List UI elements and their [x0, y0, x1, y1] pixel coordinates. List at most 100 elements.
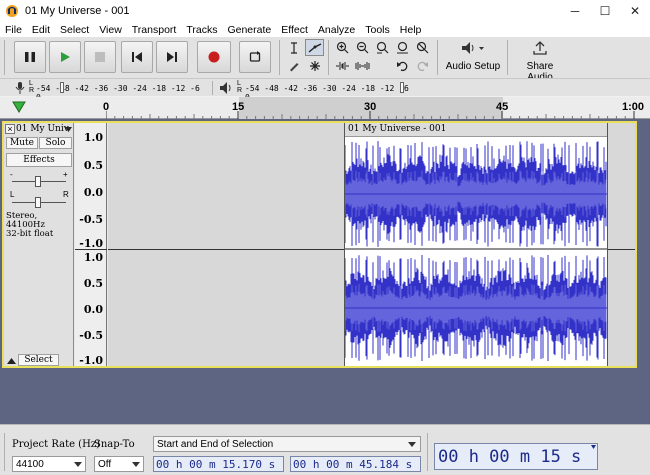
menu-tracks[interactable]: Tracks [181, 24, 222, 36]
fit-selection-button[interactable] [373, 39, 392, 56]
trim-audio-button[interactable] [333, 57, 352, 74]
minimize-button[interactable]: ─ [560, 0, 590, 22]
ruler-label: 1.0 [83, 251, 103, 264]
track-name: 01 My Univ [16, 124, 69, 134]
collapse-track-icon[interactable] [7, 358, 16, 364]
record-meter-handle[interactable] [60, 82, 64, 93]
chevron-down-icon [408, 442, 416, 447]
effects-button[interactable]: Effects [6, 153, 72, 167]
redo-button[interactable] [413, 57, 432, 74]
select-track-button[interactable]: Select [18, 354, 59, 366]
maximize-button[interactable]: ☐ [590, 0, 620, 22]
audio-track[interactable]: × 01 My Univ Mute Solo Effects - + L R S… [2, 121, 637, 368]
silence-icon [355, 61, 370, 70]
menu-generate[interactable]: Generate [222, 24, 276, 36]
toolbar-grip[interactable] [4, 40, 5, 75]
audio-setup-button[interactable]: Audio Setup [445, 40, 501, 76]
trim-icon [336, 61, 349, 70]
zoom-out-button[interactable] [353, 39, 372, 56]
waveform-area[interactable]: 01 My Universe - 001 [108, 123, 635, 366]
chevron-down-icon[interactable] [591, 445, 596, 449]
toolbar-separator [212, 81, 213, 95]
toolbar-separator [507, 40, 508, 75]
pause-icon [25, 52, 35, 62]
stop-button[interactable] [84, 41, 116, 73]
pause-button[interactable] [14, 41, 46, 73]
snap-to-select[interactable]: Off [94, 456, 144, 472]
speaker-icon [220, 82, 231, 94]
selection-end-time[interactable]: 00 h 00 m 45.184 s [290, 456, 421, 472]
gain-minus-label: - [10, 170, 13, 179]
pin-play-head-icon[interactable] [12, 101, 26, 113]
clip-name: 01 My Universe - 001 [348, 124, 447, 134]
envelope-tool-button[interactable] [305, 39, 324, 56]
toolbar-separator [427, 433, 428, 471]
mute-button[interactable]: Mute [6, 137, 38, 149]
draw-tool-button[interactable] [284, 57, 303, 74]
play-button[interactable] [49, 41, 81, 73]
zoom-toggle-button[interactable] [413, 39, 432, 56]
selection-tool-button[interactable] [284, 39, 303, 56]
skip-to-start-button[interactable] [121, 41, 153, 73]
zoom-in-button[interactable] [333, 39, 352, 56]
menu-transport[interactable]: Transport [127, 24, 182, 36]
play-meter-handle[interactable] [400, 82, 404, 93]
fit-project-button[interactable] [393, 39, 412, 56]
undo-button[interactable] [393, 57, 412, 74]
chevron-down-icon [65, 127, 72, 132]
silence-audio-button[interactable] [353, 57, 372, 74]
snap-to-value: Off [98, 458, 112, 470]
timeline-scale: 0 15 30 45 1:00 [103, 97, 650, 119]
play-meter[interactable]: -54 -48 -42 -36 -30 -24 -18 -12 -6 0 [245, 81, 417, 102]
menu-tools[interactable]: Tools [360, 24, 395, 36]
timeline-ruler[interactable]: 0 15 30 45 1:00 [0, 97, 650, 119]
gain-slider-handle[interactable] [35, 176, 41, 187]
clip-title-bar[interactable]: 01 My Universe - 001 [345, 123, 607, 137]
zoom-toggle-icon [416, 41, 429, 54]
project-rate-label: Project Rate (Hz) [12, 439, 100, 450]
pan-left-label: L [10, 190, 15, 199]
stop-icon [95, 52, 105, 62]
solo-button[interactable]: Solo [39, 137, 72, 149]
skip-to-end-button[interactable] [156, 41, 188, 73]
toolbar-grip[interactable] [4, 433, 5, 471]
loop-icon [249, 51, 261, 62]
menu-view[interactable]: View [94, 24, 127, 36]
menu-file[interactable]: File [0, 24, 27, 36]
selection-start-time[interactable]: 00 h 00 m 15.170 s [153, 456, 284, 472]
close-button[interactable]: ✕ [620, 0, 650, 22]
ruler-label: 0.5 [83, 159, 103, 172]
track-menu-button[interactable]: 01 My Univ [16, 124, 72, 134]
selection-mode-value: Start and End of Selection [157, 438, 274, 450]
selection-mode-select[interactable]: Start and End of Selection [153, 436, 421, 452]
menu-select[interactable]: Select [55, 24, 94, 36]
ruler-label: 0.0 [83, 303, 103, 316]
ruler-label: 0.0 [83, 186, 103, 199]
upload-icon [533, 41, 547, 55]
share-audio-button[interactable]: Share Audio [513, 40, 567, 83]
timeline-ticks [106, 111, 635, 119]
project-rate-select[interactable]: 44100 [12, 456, 86, 472]
record-meter-lr: LR [29, 80, 35, 94]
audio-clip[interactable]: 01 My Universe - 001 [344, 123, 608, 366]
chevron-down-icon [132, 462, 140, 467]
record-button[interactable] [197, 41, 231, 73]
menu-help[interactable]: Help [395, 24, 427, 36]
toolbar-separator [279, 40, 280, 75]
menu-edit[interactable]: Edit [27, 24, 55, 36]
audio-position-value: 00 h 00 m 15 s [438, 446, 582, 467]
record-meter[interactable]: -54 -48 -42 -36 -30 -24 -18 -12 -6 0 [36, 81, 208, 102]
pan-slider-handle[interactable] [35, 197, 41, 208]
play-icon [61, 52, 70, 62]
menu-analyze[interactable]: Analyze [313, 24, 360, 36]
vertical-ruler[interactable]: 1.0 0.5 0.0 -0.5 -1.0 1.0 0.5 0.0 -0.5 -… [75, 123, 107, 367]
redo-icon [417, 61, 428, 71]
loop-button[interactable] [239, 41, 271, 73]
audio-position-time[interactable]: 00 h 00 m 15 s [434, 443, 598, 470]
zoom-out-icon [356, 41, 369, 54]
multi-tool-button[interactable] [305, 57, 324, 74]
menu-effect[interactable]: Effect [276, 24, 313, 36]
meter-toolbar: LR -54 -48 -42 -36 -30 -24 -18 -12 -6 0 … [0, 78, 650, 102]
toolbar-separator [437, 40, 438, 75]
close-track-button[interactable]: × [5, 124, 15, 134]
